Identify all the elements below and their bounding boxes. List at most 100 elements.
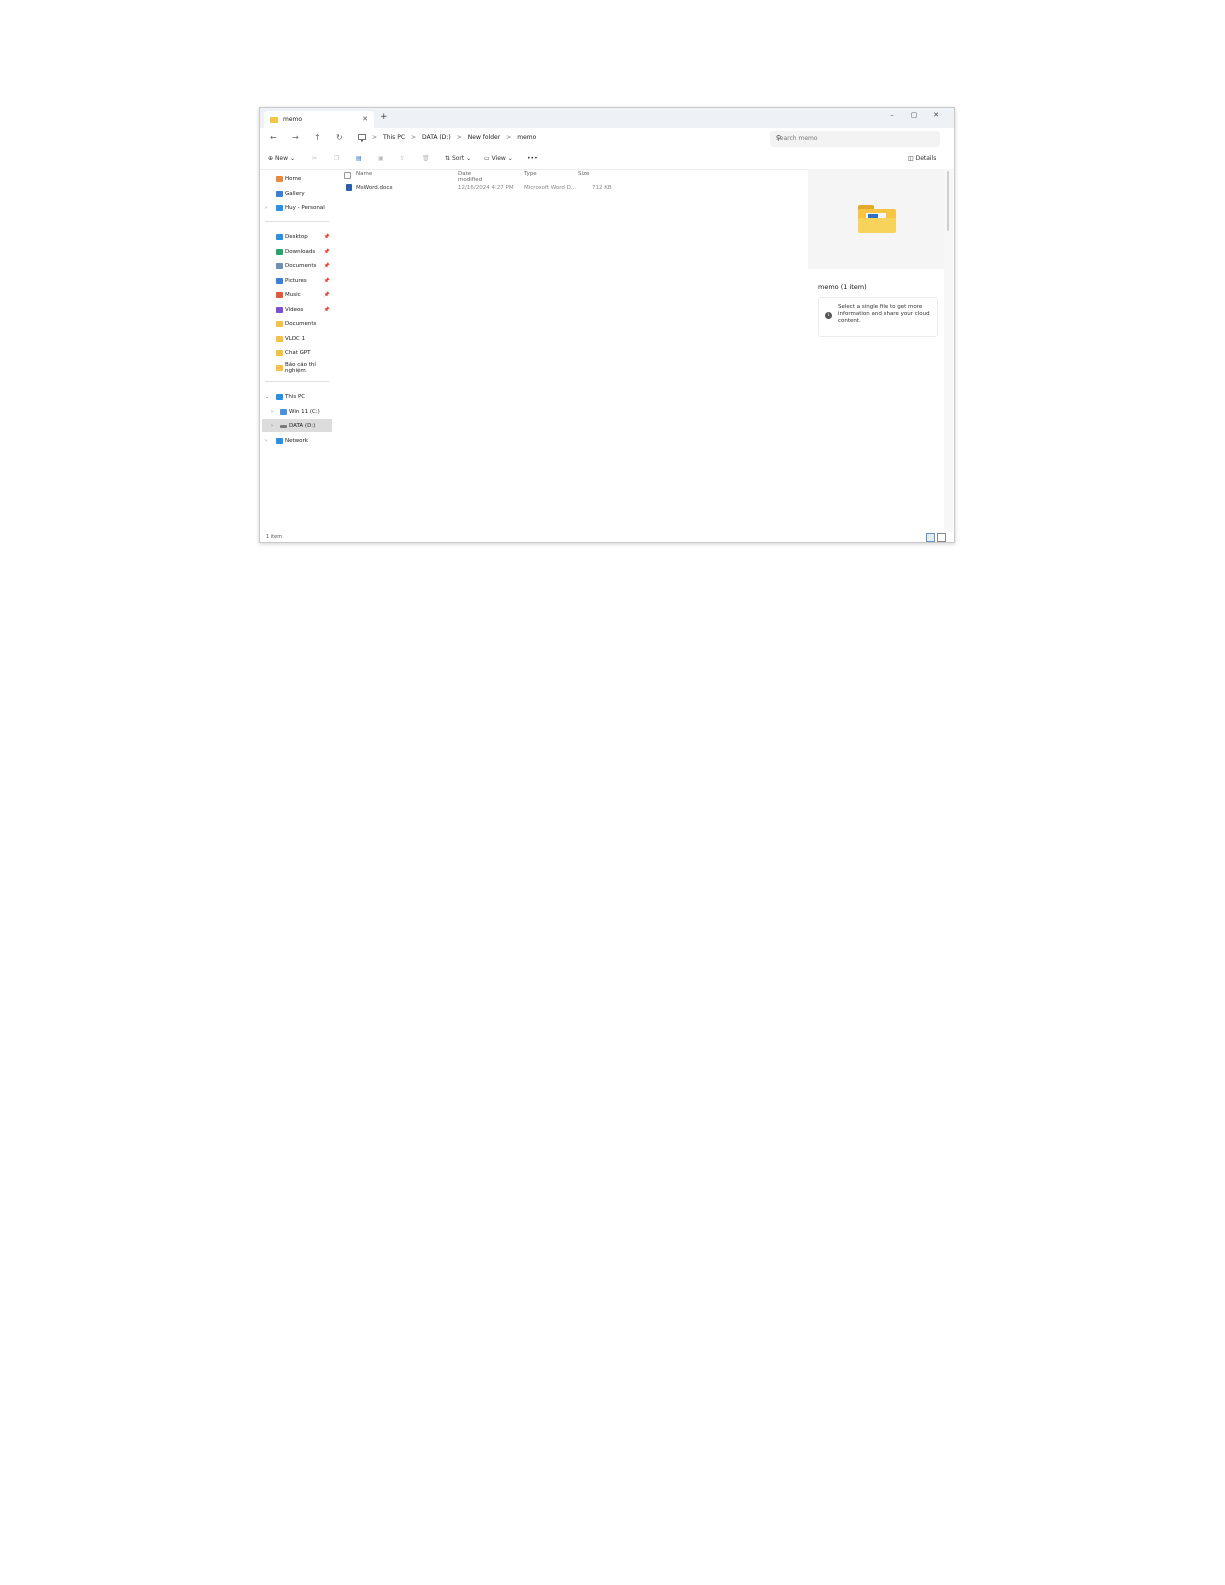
sidebar-item-vldc-1[interactable]: VLDC 1 bbox=[276, 333, 332, 345]
folder-icon bbox=[276, 365, 283, 371]
expand-chevron-icon[interactable]: › bbox=[265, 205, 267, 211]
sidebar-item-label: Huy - Personal bbox=[285, 205, 325, 211]
sidebar-item-gallery[interactable]: Gallery bbox=[276, 188, 332, 200]
sort-label: Sort bbox=[451, 155, 465, 162]
rename-icon[interactable]: ▣ bbox=[378, 155, 384, 162]
sidebar-item-label: Documents bbox=[285, 321, 317, 327]
column-header-type[interactable]: Type bbox=[524, 171, 537, 177]
file-size: 712 KB bbox=[592, 185, 612, 191]
sidebar-item-documents-folder[interactable]: Documents bbox=[276, 318, 332, 330]
close-button[interactable]: ✕ bbox=[927, 111, 945, 119]
tab-memo[interactable]: memo ✕ bbox=[264, 111, 374, 128]
command-bar: ⊕ New ⌄ ✂ ❐ ▤ ▣ ⇪ 🗑 ⇅ Sort ⌄ ▭ View ⌄ ••… bbox=[260, 150, 954, 170]
expand-chevron-icon[interactable]: › bbox=[271, 423, 273, 429]
tab-close-icon[interactable]: ✕ bbox=[362, 115, 368, 123]
sidebar-item-onedrive[interactable]: Huy - Personal bbox=[276, 202, 332, 214]
sidebar-item-desktop[interactable]: Desktop 📌 bbox=[276, 231, 332, 243]
sidebar-item-win11-c[interactable]: Win 11 (C:) bbox=[280, 406, 332, 418]
title-bar: memo ✕ + – ▢ ✕ bbox=[260, 108, 954, 128]
sidebar-item-this-pc[interactable]: This PC bbox=[276, 391, 332, 403]
sidebar-item-label: Documents bbox=[285, 263, 317, 269]
share-icon[interactable]: ⇪ bbox=[400, 155, 405, 162]
sidebar-item-home[interactable]: Home bbox=[276, 173, 332, 185]
sidebar-item-label: Báo cáo thí nghiệm bbox=[285, 362, 316, 374]
sidebar-item-label: Music bbox=[285, 292, 301, 298]
sidebar-item-label: Desktop bbox=[285, 234, 308, 240]
column-header-size[interactable]: Size bbox=[578, 171, 589, 177]
back-button[interactable]: ← bbox=[270, 133, 277, 142]
sidebar-item-data-d[interactable]: DATA (D:) bbox=[280, 420, 332, 432]
new-tab-button[interactable]: + bbox=[380, 112, 388, 122]
sidebar-item-pictures[interactable]: Pictures 📌 bbox=[276, 275, 332, 287]
file-name[interactable]: MsWord.docx bbox=[356, 185, 393, 191]
folder-icon bbox=[276, 321, 283, 327]
collapse-chevron-icon[interactable]: ⌄ bbox=[265, 394, 269, 400]
divider bbox=[265, 221, 329, 222]
breadcrumb-separator: > bbox=[411, 134, 417, 141]
copy-icon[interactable]: ❐ bbox=[334, 155, 339, 162]
status-bar: 1 item bbox=[260, 532, 954, 542]
breadcrumb: > This PC > DATA (D:) > New folder > mem… bbox=[372, 134, 536, 141]
tiles-view-icon[interactable] bbox=[937, 533, 946, 542]
pin-icon: 📌 bbox=[323, 263, 330, 269]
details-label: Details bbox=[915, 155, 937, 162]
sidebar-item-label: Win 11 (C:) bbox=[289, 409, 320, 415]
music-icon bbox=[276, 292, 283, 298]
view-label: View bbox=[491, 155, 506, 162]
select-all-checkbox[interactable] bbox=[344, 172, 351, 179]
column-header-name[interactable]: Name bbox=[356, 171, 372, 177]
sidebar-item-label: Downloads bbox=[285, 249, 316, 255]
cloud-icon bbox=[276, 205, 283, 211]
sidebar-item-label: Home bbox=[285, 176, 302, 182]
sidebar-item-documents[interactable]: Documents 📌 bbox=[276, 260, 332, 272]
network-icon bbox=[276, 438, 283, 444]
maximize-button[interactable]: ▢ bbox=[905, 111, 923, 119]
expand-chevron-icon[interactable]: › bbox=[265, 438, 267, 444]
navigation-pane: Home Gallery › Huy - Personal Desktop 📌 … bbox=[260, 169, 332, 532]
refresh-button[interactable]: ↻ bbox=[336, 133, 343, 142]
breadcrumb-new-folder[interactable]: New folder bbox=[468, 134, 500, 141]
sidebar-item-label: Network bbox=[285, 438, 308, 444]
vertical-scrollbar[interactable] bbox=[944, 169, 953, 532]
pin-icon: 📌 bbox=[323, 278, 330, 284]
sidebar-item-bao-cao[interactable]: Báo cáo thí nghiệm bbox=[276, 362, 332, 374]
column-header-date-modified[interactable]: Date modified bbox=[458, 171, 482, 183]
more-options-button[interactable]: ••• bbox=[527, 155, 538, 162]
sidebar-item-downloads[interactable]: Downloads 📌 bbox=[276, 246, 332, 258]
folder-preview bbox=[808, 169, 944, 269]
tab-title: memo bbox=[283, 116, 303, 123]
minimize-button[interactable]: – bbox=[883, 111, 901, 119]
sidebar-item-chat-gpt[interactable]: Chat GPT bbox=[276, 347, 332, 359]
new-button[interactable]: ⊕ New ⌄ bbox=[268, 155, 295, 162]
info-box: i Select a single file to get more infor… bbox=[818, 297, 938, 337]
delete-icon[interactable]: 🗑 bbox=[422, 155, 430, 162]
breadcrumb-this-pc[interactable]: This PC bbox=[383, 134, 405, 141]
search-icon: ⚲ bbox=[776, 134, 782, 142]
breadcrumb-data-d[interactable]: DATA (D:) bbox=[422, 134, 451, 141]
sidebar-item-label: VLDC 1 bbox=[285, 336, 306, 342]
sidebar-item-label: Gallery bbox=[285, 191, 305, 197]
up-button[interactable]: ↑ bbox=[314, 133, 321, 142]
sidebar-item-music[interactable]: Music 📌 bbox=[276, 289, 332, 301]
details-view-icon[interactable] bbox=[926, 533, 935, 542]
view-button[interactable]: ▭ View ⌄ bbox=[484, 155, 513, 162]
info-icon: i bbox=[825, 312, 832, 319]
sidebar-item-network[interactable]: Network bbox=[276, 435, 332, 447]
details-button[interactable]: ◫ Details bbox=[908, 155, 936, 162]
expand-chevron-icon[interactable]: › bbox=[271, 409, 273, 415]
pin-icon: 📌 bbox=[323, 292, 330, 298]
paste-icon[interactable]: ▤ bbox=[356, 155, 362, 162]
pin-icon: 📌 bbox=[323, 307, 330, 313]
file-explorer-window: memo ✕ + – ▢ ✕ ← → ↑ ↻ > This PC > DATA … bbox=[259, 107, 955, 543]
sidebar-item-label: Pictures bbox=[285, 278, 307, 284]
sort-button[interactable]: ⇅ Sort ⌄ bbox=[445, 155, 471, 162]
breadcrumb-memo[interactable]: memo bbox=[517, 134, 536, 141]
breadcrumb-separator: > bbox=[456, 134, 462, 141]
home-icon bbox=[276, 176, 283, 182]
search-input[interactable]: Search memo ⚲ bbox=[770, 131, 940, 147]
pin-icon: 📌 bbox=[323, 249, 330, 255]
cut-icon[interactable]: ✂ bbox=[312, 155, 317, 162]
sidebar-item-videos[interactable]: Videos 📌 bbox=[276, 304, 332, 316]
forward-button[interactable]: → bbox=[292, 133, 299, 142]
scrollbar-thumb[interactable] bbox=[947, 171, 949, 231]
